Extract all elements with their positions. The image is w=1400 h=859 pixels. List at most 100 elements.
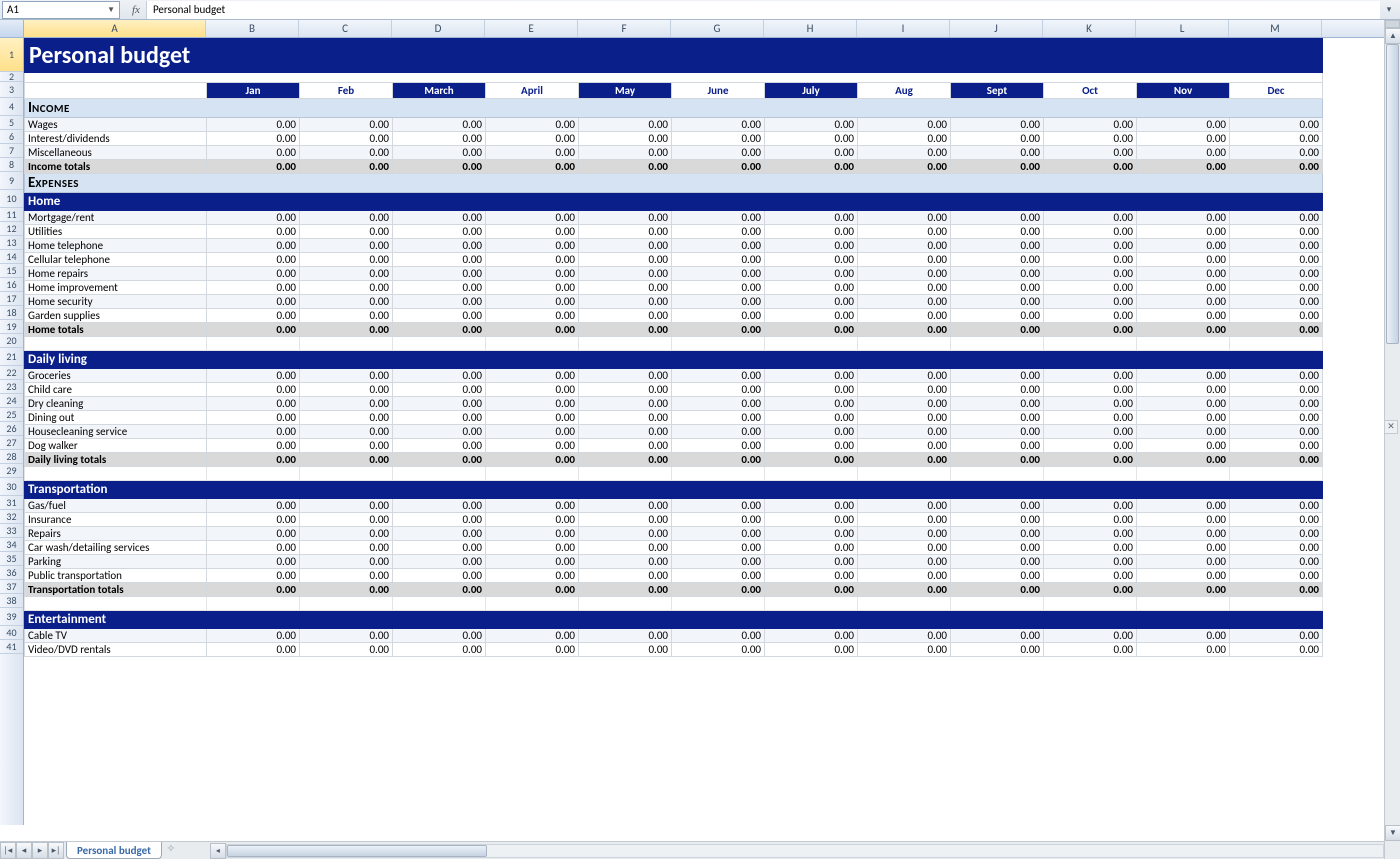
value-cell[interactable]: 0.00 <box>858 295 951 309</box>
value-cell[interactable]: 0.00 <box>393 323 486 337</box>
scroll-left-button[interactable]: ◂ <box>210 843 226 859</box>
cell[interactable] <box>579 597 672 611</box>
value-cell[interactable]: 0.00 <box>765 146 858 160</box>
value-cell[interactable]: 0.00 <box>672 225 765 239</box>
scroll-down-button[interactable]: ▼ <box>1385 825 1400 841</box>
value-cell[interactable]: 0.00 <box>300 397 393 411</box>
value-cell[interactable]: 0.00 <box>765 453 858 467</box>
month-header-dec[interactable]: Dec <box>1230 83 1323 99</box>
row-label[interactable]: Insurance <box>25 513 207 527</box>
split-handle-top[interactable] <box>1385 20 1400 28</box>
row-header-21[interactable]: 21 <box>0 348 23 366</box>
row-label[interactable]: Dog walker <box>25 439 207 453</box>
row-header-6[interactable]: 6 <box>0 130 23 144</box>
value-cell[interactable]: 0.00 <box>951 527 1044 541</box>
column-header-E[interactable]: E <box>485 20 578 37</box>
row-label[interactable]: Gas/fuel <box>25 499 207 513</box>
value-cell[interactable]: 0.00 <box>951 118 1044 132</box>
value-cell[interactable]: 0.00 <box>300 643 393 657</box>
value-cell[interactable]: 0.00 <box>951 629 1044 643</box>
value-cell[interactable]: 0.00 <box>300 281 393 295</box>
cell[interactable] <box>858 467 951 481</box>
value-cell[interactable]: 0.00 <box>672 323 765 337</box>
value-cell[interactable]: 0.00 <box>393 629 486 643</box>
value-cell[interactable]: 0.00 <box>393 643 486 657</box>
value-cell[interactable]: 0.00 <box>207 583 300 597</box>
value-cell[interactable]: 0.00 <box>1137 555 1230 569</box>
value-cell[interactable]: 0.00 <box>1230 643 1323 657</box>
row-header-33[interactable]: 33 <box>0 524 23 538</box>
row-header-22[interactable]: 22 <box>0 366 23 380</box>
value-cell[interactable]: 0.00 <box>765 425 858 439</box>
row-label[interactable]: Home totals <box>25 323 207 337</box>
value-cell[interactable]: 0.00 <box>858 439 951 453</box>
value-cell[interactable]: 0.00 <box>951 239 1044 253</box>
cell[interactable] <box>951 597 1044 611</box>
value-cell[interactable]: 0.00 <box>1230 583 1323 597</box>
value-cell[interactable]: 0.00 <box>207 439 300 453</box>
value-cell[interactable]: 0.00 <box>486 146 579 160</box>
blank-row[interactable] <box>25 73 1323 83</box>
name-box[interactable]: A1 ▼ <box>2 1 120 19</box>
value-cell[interactable]: 0.00 <box>300 369 393 383</box>
value-cell[interactable]: 0.00 <box>579 513 672 527</box>
value-cell[interactable]: 0.00 <box>579 239 672 253</box>
row-header-13[interactable]: 13 <box>0 236 23 250</box>
row-header-16[interactable]: 16 <box>0 278 23 292</box>
value-cell[interactable]: 0.00 <box>579 225 672 239</box>
value-cell[interactable]: 0.00 <box>672 425 765 439</box>
row-label[interactable]: Dry cleaning <box>25 397 207 411</box>
value-cell[interactable]: 0.00 <box>858 309 951 323</box>
category-header[interactable]: Home <box>25 193 1323 211</box>
category-header[interactable]: Transportation <box>25 481 1323 499</box>
row-header-19[interactable]: 19 <box>0 320 23 334</box>
value-cell[interactable]: 0.00 <box>1044 425 1137 439</box>
value-cell[interactable]: 0.00 <box>579 383 672 397</box>
value-cell[interactable]: 0.00 <box>672 513 765 527</box>
row-label[interactable]: Income totals <box>25 160 207 174</box>
value-cell[interactable]: 0.00 <box>765 411 858 425</box>
value-cell[interactable]: 0.00 <box>579 453 672 467</box>
value-cell[interactable]: 0.00 <box>951 267 1044 281</box>
fx-icon[interactable]: fx <box>126 1 147 19</box>
value-cell[interactable]: 0.00 <box>486 253 579 267</box>
value-cell[interactable]: 0.00 <box>393 369 486 383</box>
value-cell[interactable]: 0.00 <box>951 439 1044 453</box>
value-cell[interactable]: 0.00 <box>579 439 672 453</box>
value-cell[interactable]: 0.00 <box>486 160 579 174</box>
value-cell[interactable]: 0.00 <box>579 295 672 309</box>
row-header-38[interactable]: 38 <box>0 594 23 608</box>
value-cell[interactable]: 0.00 <box>486 425 579 439</box>
value-cell[interactable]: 0.00 <box>765 513 858 527</box>
value-cell[interactable]: 0.00 <box>207 513 300 527</box>
value-cell[interactable]: 0.00 <box>300 253 393 267</box>
value-cell[interactable]: 0.00 <box>393 160 486 174</box>
value-cell[interactable]: 0.00 <box>765 541 858 555</box>
value-cell[interactable]: 0.00 <box>207 569 300 583</box>
section-header[interactable]: EXPENSES <box>25 174 1323 193</box>
cell[interactable] <box>1137 467 1230 481</box>
value-cell[interactable]: 0.00 <box>486 629 579 643</box>
value-cell[interactable]: 0.00 <box>672 643 765 657</box>
value-cell[interactable]: 0.00 <box>1044 295 1137 309</box>
value-cell[interactable]: 0.00 <box>951 323 1044 337</box>
value-cell[interactable]: 0.00 <box>1044 323 1137 337</box>
hscroll-thumb[interactable] <box>227 845 487 857</box>
value-cell[interactable]: 0.00 <box>1044 253 1137 267</box>
value-cell[interactable]: 0.00 <box>393 397 486 411</box>
value-cell[interactable]: 0.00 <box>951 211 1044 225</box>
value-cell[interactable]: 0.00 <box>765 583 858 597</box>
value-cell[interactable]: 0.00 <box>1137 160 1230 174</box>
row-header-5[interactable]: 5 <box>0 116 23 130</box>
value-cell[interactable]: 0.00 <box>393 118 486 132</box>
value-cell[interactable]: 0.00 <box>300 499 393 513</box>
tab-prev-button[interactable]: ◂ <box>16 842 32 859</box>
column-header-J[interactable]: J <box>950 20 1043 37</box>
value-cell[interactable]: 0.00 <box>858 267 951 281</box>
value-cell[interactable]: 0.00 <box>207 555 300 569</box>
value-cell[interactable]: 0.00 <box>1137 211 1230 225</box>
value-cell[interactable]: 0.00 <box>1230 309 1323 323</box>
value-cell[interactable]: 0.00 <box>765 555 858 569</box>
value-cell[interactable]: 0.00 <box>951 397 1044 411</box>
cell[interactable] <box>486 467 579 481</box>
